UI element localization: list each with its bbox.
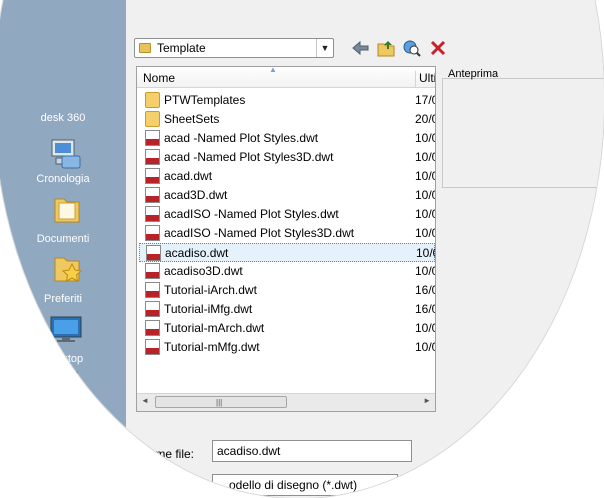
place-desktop[interactable]: Desktop [0,353,126,365]
places-bar: desk 360 Cronologia Documenti Preferiti … [0,0,126,498]
file-name: Tutorial-mArch.dwt [164,321,265,335]
delete-icon[interactable] [428,38,448,58]
scroll-thumb[interactable]: ||| [155,396,287,408]
file-name: acadISO -Named Plot Styles3D.dwt [164,226,355,240]
file-name: acad.dwt [164,169,213,183]
favorites-folder-icon[interactable] [52,252,84,289]
magnifier-lens: desk 360 Cronologia Documenti Preferiti … [0,0,604,498]
place-documenti[interactable]: Documenti [0,233,126,245]
dwt-file-icon [145,187,160,203]
dwt-file-icon [145,339,160,355]
list-item[interactable]: acadISO -Named Plot Styles.dwt 10/0 [139,205,435,224]
filetype-value: ...odello di disegno (*.dwt) [219,478,358,492]
file-name: acadiso3D.dwt [164,264,243,278]
history-icon[interactable] [48,138,82,173]
dwt-file-icon [145,282,160,298]
dwt-file-icon [145,149,160,165]
dwt-file-icon [145,130,160,146]
back-arrow-icon[interactable] [350,38,370,58]
column-header: ▲ Nome Ulti [137,66,435,88]
file-date: 20/0 [415,112,435,126]
dwt-file-icon [145,320,160,336]
folder-icon [145,92,160,108]
list-item-selected[interactable]: acadiso.dwt 10/0 [139,243,435,262]
file-name: Tutorial-iMfg.dwt [164,302,253,316]
file-date: 10/0 [416,246,435,260]
dwt-file-icon [145,168,160,184]
dwt-file-icon [145,263,160,279]
scroll-left-icon[interactable]: ◄ [141,396,149,405]
file-name: acad3D.dwt [164,188,228,202]
preview-label: Anteprima [448,68,499,80]
file-date: 10/0 [415,321,435,335]
file-name: acadiso.dwt [165,246,229,260]
look-in-dropdown[interactable]: Template ▼ [134,38,334,58]
dwt-file-icon [145,206,160,222]
file-date: 10/0 [415,207,435,221]
file-name: SheetSets [164,112,220,126]
desktop-monitor-icon[interactable] [48,314,84,347]
file-date: 16/0 [415,283,435,297]
column-date[interactable]: Ulti [415,71,435,87]
file-date: 10/0 [415,226,435,240]
file-date: 10/0 [415,150,435,164]
file-name: PTWTemplates [164,93,246,107]
list-item[interactable]: acadiso3D.dwt 10/0 [139,262,435,281]
list-item[interactable]: SheetSets 20/0 [139,110,435,129]
grip-icon: ||| [216,398,223,407]
file-date: 10/0 [415,188,435,202]
filename-value: acadiso.dwt [217,444,281,458]
list-item[interactable]: acad -Named Plot Styles.dwt 10/0 [139,129,435,148]
search-ftp-icon[interactable] [50,370,84,405]
file-list[interactable]: ▲ Nome Ulti PTWTemplates 17/0 SheetSets … [136,66,436,412]
horizontal-scrollbar[interactable]: ◄ ||| ► [137,393,435,411]
place-autodesk360[interactable]: desk 360 [0,112,126,124]
folder-icon [139,43,151,53]
dwt-file-icon [146,245,161,261]
documents-folder-icon[interactable] [52,193,82,228]
list-item[interactable]: acad3D.dwt 10/0 [139,186,435,205]
list-item[interactable]: acad.dwt 10/0 [139,167,435,186]
file-name: acad -Named Plot Styles.dwt [164,131,319,145]
up-folder-icon[interactable] [376,38,396,58]
list-item[interactable]: Tutorial-mMfg.dwt 10/0 [139,338,435,357]
list-item[interactable]: acadISO -Named Plot Styles3D.dwt 10/0 [139,224,435,243]
search-web-icon[interactable] [402,38,422,58]
list-item[interactable]: acad -Named Plot Styles3D.dwt 10/0 [139,148,435,167]
place-cronologia[interactable]: Cronologia [0,173,126,185]
filename-label: Nome file: [140,447,195,461]
list-item[interactable]: Tutorial-mArch.dwt 10/0 [139,319,435,338]
file-date: 17/0 [415,93,435,107]
preview-pane [442,78,604,188]
place-preferiti[interactable]: Preferiti [0,293,126,305]
filetype-dropdown[interactable]: ...odello di disegno (*.dwt) [212,474,398,496]
file-date: 10/0 [415,264,435,278]
list-item[interactable]: Tutorial-iArch.dwt 16/0 [139,281,435,300]
filename-field[interactable]: acadiso.dwt [212,440,412,462]
chevron-down-icon[interactable]: ▼ [316,39,333,57]
file-name: acad -Named Plot Styles3D.dwt [164,150,334,164]
file-date: 10/0 [415,169,435,183]
sort-ascending-icon: ▲ [269,66,277,74]
file-dialog-main: Template ▼ ▲ Nome Ulti PTWTemplates 17/ … [126,0,604,498]
dwt-file-icon [145,301,160,317]
file-date: 10/0 [415,340,435,354]
dwt-file-icon [145,225,160,241]
file-name: Tutorial-mMfg.dwt [164,340,260,354]
list-item[interactable]: PTWTemplates 17/0 [139,91,435,110]
file-date: 16/0 [415,302,435,316]
file-name: acadISO -Named Plot Styles.dwt [164,207,339,221]
scroll-right-icon[interactable]: ► [423,396,431,405]
list-item[interactable]: Tutorial-iMfg.dwt 16/0 [139,300,435,319]
file-date: 10/0 [415,131,435,145]
file-name: Tutorial-iArch.dwt [164,283,257,297]
look-in-value: Template [157,41,206,55]
folder-icon [145,111,160,127]
column-name[interactable]: Nome [143,71,175,85]
